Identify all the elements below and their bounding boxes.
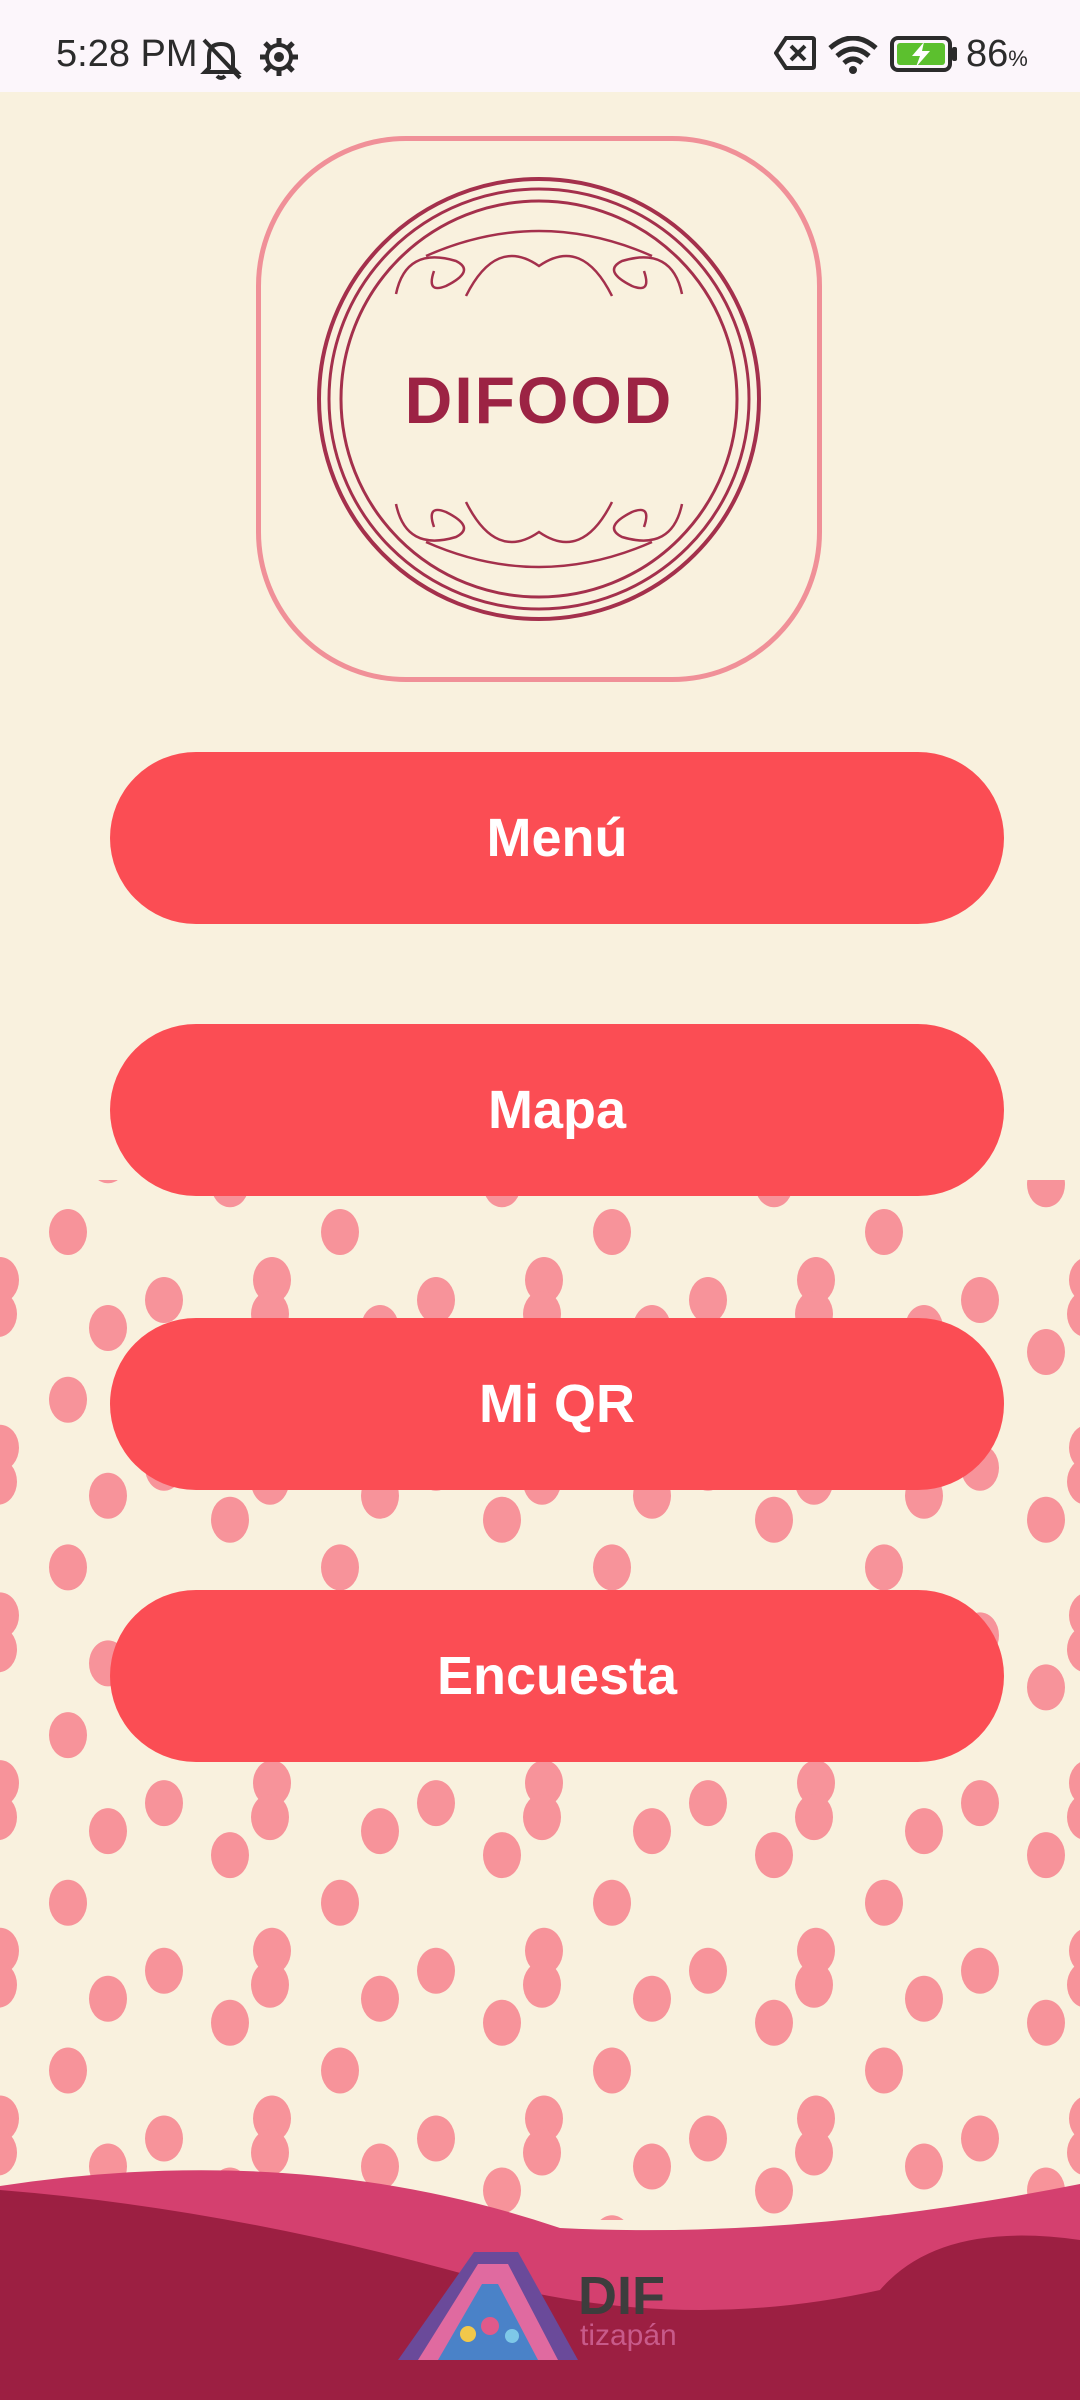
pattern-dot [0, 1626, 17, 1673]
pattern-dot [483, 1832, 521, 1879]
pattern-dot [633, 1975, 671, 2022]
pattern-dot [251, 1961, 289, 2008]
pattern-dot [905, 1808, 943, 1855]
menu-button[interactable]: Menú [110, 752, 1004, 924]
pattern-dot [251, 2129, 289, 2176]
pattern-dot [961, 1947, 999, 1994]
pattern-dot [795, 1794, 833, 1841]
pattern-dot [755, 1496, 793, 1543]
pattern-dot [211, 1999, 249, 2046]
pattern-dot [865, 1544, 903, 1591]
pattern-dot [0, 1961, 17, 2008]
pattern-dot [49, 1544, 87, 1591]
pattern-dot [98, 1180, 118, 1184]
pattern-dot [417, 1277, 455, 1323]
pattern-dot [905, 1975, 943, 2022]
pattern-dot [145, 1947, 183, 1994]
my-qr-button[interactable]: Mi QR [110, 1318, 1004, 1490]
logo-text: DIFOOD [404, 363, 674, 437]
map-button[interactable]: Mapa [110, 1024, 1004, 1196]
pattern-dot [755, 1999, 793, 2046]
pattern-dot [865, 1209, 903, 1255]
pattern-dot [145, 2115, 183, 2162]
pattern-dot [0, 1291, 17, 1337]
pattern-dot [417, 1947, 455, 1994]
pattern-dot [1027, 1832, 1065, 1879]
status-time: 5:28 PM [56, 33, 198, 75]
pattern-dot [321, 1209, 359, 1255]
pattern-dot [0, 1458, 17, 1505]
pattern-dot [251, 1794, 289, 1841]
pattern-dot [483, 1496, 521, 1543]
pattern-dot [689, 1780, 727, 1827]
pattern-dot [755, 1832, 793, 1879]
pattern-dot [49, 1376, 87, 1423]
pattern-dot [89, 1975, 127, 2022]
pattern-dot [593, 2047, 631, 2094]
pattern-dot [961, 1277, 999, 1323]
pattern-dot [1067, 1795, 1080, 1839]
pattern-dot [483, 1999, 521, 2046]
pattern-dot [1067, 1962, 1080, 2007]
pattern-dot [1027, 1664, 1065, 1711]
pattern-dot [1027, 1999, 1065, 2046]
pattern-dot [593, 1544, 631, 1591]
mute-bell-icon [196, 36, 246, 87]
pattern-dot [689, 2115, 727, 2162]
pattern-dot [1067, 1292, 1080, 1336]
pattern-dot [523, 1794, 561, 1841]
pattern-dot [361, 1975, 399, 2022]
pattern-dot [49, 1712, 87, 1759]
pattern-dot [211, 1832, 249, 1879]
pattern-dot [795, 2129, 833, 2176]
status-bar: 5:28 PM 86% [0, 0, 1080, 92]
pattern-dot [1067, 2130, 1080, 2175]
pattern-dot [321, 1544, 359, 1591]
pattern-dot [1027, 1329, 1065, 1375]
pattern-dot [49, 1209, 87, 1255]
pattern-dot [417, 1780, 455, 1827]
pattern-dot [1067, 1459, 1080, 1504]
pattern-dot [89, 1305, 127, 1351]
pattern-dot [89, 1472, 127, 1519]
pattern-dot [593, 1209, 631, 1255]
pattern-dot [417, 2115, 455, 2162]
pattern-dot [0, 2129, 17, 2176]
pattern-dot [593, 1879, 631, 1926]
pattern-dot [523, 2129, 561, 2176]
pattern-dot [0, 1794, 17, 1840]
pattern-dot [633, 1808, 671, 1855]
survey-button[interactable]: Encuesta [110, 1590, 1004, 1762]
pattern-dot [865, 1879, 903, 1926]
wifi-icon [828, 35, 878, 79]
pattern-dot [145, 1277, 183, 1323]
pattern-dot [523, 1961, 561, 2008]
pattern-dot [49, 2047, 87, 2094]
pattern-dot [689, 1947, 727, 1994]
pattern-dot [145, 1780, 183, 1827]
pattern-dot [795, 1961, 833, 2008]
battery-percent: 86% [966, 33, 1028, 75]
footer-subbrand: tizapán [580, 2319, 677, 2352]
settings-gear-icon [258, 36, 300, 83]
pattern-dot [865, 2047, 903, 2094]
pattern-dot [961, 2115, 999, 2162]
pattern-dot [1027, 1496, 1065, 1543]
no-sim-icon [773, 36, 816, 75]
pattern-dot [321, 2047, 359, 2094]
pattern-dot [361, 1808, 399, 1855]
pattern-dot [89, 1808, 127, 1855]
pattern-dot [961, 1780, 999, 1827]
pattern-dot [211, 1496, 249, 1543]
pattern-dot [689, 1277, 727, 1323]
pattern-dot [49, 1879, 87, 1926]
pattern-dot [321, 1879, 359, 1926]
footer-brand: DIF [578, 2266, 665, 2326]
pattern-dot [1027, 1180, 1065, 1208]
battery-charging-icon [890, 36, 960, 77]
pattern-dot [1067, 1627, 1080, 1672]
